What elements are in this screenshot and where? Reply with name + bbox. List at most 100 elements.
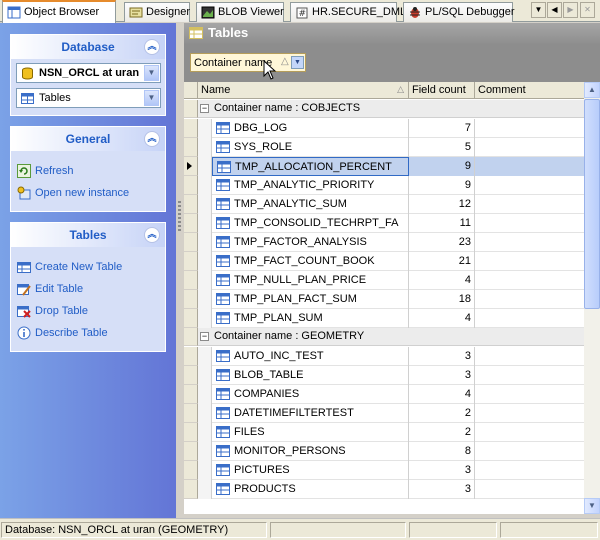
table-row[interactable]: FILES 2 [184, 423, 584, 442]
cell-name[interactable]: COMPANIES [212, 385, 409, 404]
database-group-header[interactable]: Database ︽ [11, 35, 165, 59]
cell-comment[interactable] [475, 404, 584, 423]
refresh-link[interactable]: Refresh [17, 163, 74, 179]
column-header-field-count[interactable]: Field count [409, 82, 475, 99]
cell-field-count[interactable]: 9 [409, 176, 475, 195]
filter-dropdown-icon[interactable]: ▼ [291, 56, 304, 69]
group-row[interactable]: − Container name : GEOMETRY [184, 328, 584, 346]
table-row[interactable]: TMP_ANALYTIC_PRIORITY 9 [184, 176, 584, 195]
tab-scroll-right-button[interactable]: ▶ [563, 2, 578, 18]
cell-comment[interactable] [475, 442, 584, 461]
cell-field-count[interactable]: 8 [409, 442, 475, 461]
cell-comment[interactable] [475, 423, 584, 442]
table-row[interactable]: TMP_NULL_PLAN_PRICE 4 [184, 271, 584, 290]
cell-field-count[interactable]: 2 [409, 404, 475, 423]
table-row[interactable]: BLOB_TABLE 3 [184, 366, 584, 385]
create-new-table-link[interactable]: Create New Table [17, 259, 122, 275]
cell-comment[interactable] [475, 366, 584, 385]
tab-close-button[interactable]: ✕ [580, 2, 595, 18]
cell-name[interactable]: TMP_FACTOR_ANALYSIS [212, 233, 409, 252]
table-row[interactable]: AUTO_INC_TEST 3 [184, 347, 584, 366]
cell-field-count[interactable]: 3 [409, 347, 475, 366]
table-row[interactable]: PRODUCTS 3 [184, 480, 584, 499]
cell-comment[interactable] [475, 214, 584, 233]
tab-designer[interactable]: Designer [124, 2, 190, 22]
collapse-icon[interactable]: ︽ [144, 131, 160, 147]
group-row[interactable]: − Container name : COBJECTS [184, 100, 584, 118]
cell-name[interactable]: TMP_ANALYTIC_SUM [212, 195, 409, 214]
cell-name[interactable]: FILES [212, 423, 409, 442]
panel-splitter[interactable] [176, 23, 184, 518]
edit-table-link[interactable]: Edit Table [17, 281, 83, 297]
cell-comment[interactable] [475, 252, 584, 271]
cell-field-count[interactable]: 7 [409, 119, 475, 138]
cell-comment[interactable] [475, 233, 584, 252]
table-row[interactable]: DATETIMEFILTERTEST 2 [184, 404, 584, 423]
cell-field-count[interactable]: 12 [409, 195, 475, 214]
chevron-down-icon[interactable]: ▼ [144, 65, 159, 81]
cell-name[interactable]: TMP_ALLOCATION_PERCENT [212, 157, 409, 176]
tab-object-browser[interactable]: Object Browser [2, 0, 116, 23]
table-row[interactable]: COMPANIES 4 [184, 385, 584, 404]
cell-field-count[interactable]: 4 [409, 271, 475, 290]
table-row[interactable]: TMP_FACTOR_ANALYSIS 23 [184, 233, 584, 252]
cell-field-count[interactable]: 5 [409, 138, 475, 157]
table-row[interactable]: PICTURES 3 [184, 461, 584, 480]
cell-name[interactable]: TMP_PLAN_FACT_SUM [212, 290, 409, 309]
collapse-icon[interactable]: ︽ [144, 39, 160, 55]
cell-field-count[interactable]: 18 [409, 290, 475, 309]
cell-field-count[interactable]: 9 [409, 157, 475, 176]
cell-field-count[interactable]: 4 [409, 309, 475, 328]
collapse-group-icon[interactable]: − [200, 104, 209, 113]
cell-comment[interactable] [475, 271, 584, 290]
drop-table-link[interactable]: Drop Table [17, 303, 88, 319]
cell-name[interactable]: TMP_NULL_PLAN_PRICE [212, 271, 409, 290]
cell-field-count[interactable]: 4 [409, 385, 475, 404]
describe-table-link[interactable]: Describe Table [17, 325, 108, 341]
table-row[interactable]: TMP_PLAN_SUM 4 [184, 309, 584, 328]
open-new-instance-link[interactable]: Open new instance [17, 185, 129, 201]
table-row[interactable]: MONITOR_PERSONS 8 [184, 442, 584, 461]
cell-name[interactable]: AUTO_INC_TEST [212, 347, 409, 366]
cell-comment[interactable] [475, 119, 584, 138]
table-row[interactable]: SYS_ROLE 5 [184, 138, 584, 157]
cell-name[interactable]: TMP_FACT_COUNT_BOOK [212, 252, 409, 271]
scroll-up-button[interactable]: ▲ [584, 82, 600, 98]
cell-comment[interactable] [475, 309, 584, 328]
tab-hr-secure-dml[interactable]: # HR.SECURE_DML [290, 2, 406, 22]
vertical-scrollbar[interactable]: ▲ ▼ [584, 82, 600, 514]
column-header-name[interactable]: Name △ [198, 82, 409, 99]
tab-list-button[interactable]: ▼ [531, 2, 546, 18]
cell-field-count[interactable]: 3 [409, 480, 475, 499]
collapse-icon[interactable]: ︽ [144, 227, 160, 243]
cell-comment[interactable] [475, 461, 584, 480]
tab-plsql-debugger[interactable]: PL/SQL Debugger [403, 2, 514, 22]
cell-name[interactable]: TMP_ANALYTIC_PRIORITY [212, 176, 409, 195]
cell-field-count[interactable]: 2 [409, 423, 475, 442]
cell-comment[interactable] [475, 157, 584, 176]
connection-select[interactable]: NSN_ORCL at uran ▼ [16, 63, 161, 83]
cell-comment[interactable] [475, 138, 584, 157]
cell-comment[interactable] [475, 385, 584, 404]
cell-name[interactable]: PICTURES [212, 461, 409, 480]
cell-comment[interactable] [475, 480, 584, 499]
column-header-comment[interactable]: Comment [475, 82, 584, 99]
cell-field-count[interactable]: 3 [409, 366, 475, 385]
table-row[interactable]: TMP_PLAN_FACT_SUM 18 [184, 290, 584, 309]
tab-blob-viewer[interactable]: BLOB Viewer [196, 2, 284, 22]
group-by-column-chip[interactable]: Container name △ ▼ [190, 53, 306, 72]
tables-group-header[interactable]: Tables ︽ [11, 223, 165, 247]
cell-name[interactable]: DATETIMEFILTERTEST [212, 404, 409, 423]
cell-comment[interactable] [475, 176, 584, 195]
cell-field-count[interactable]: 21 [409, 252, 475, 271]
table-row[interactable]: DBG_LOG 7 [184, 119, 584, 138]
table-row[interactable]: TMP_ALLOCATION_PERCENT 9 [184, 157, 584, 176]
general-group-header[interactable]: General ︽ [11, 127, 165, 151]
table-row[interactable]: TMP_ANALYTIC_SUM 12 [184, 195, 584, 214]
cell-field-count[interactable]: 3 [409, 461, 475, 480]
scrollbar-thumb[interactable] [584, 99, 600, 309]
table-row[interactable]: TMP_CONSOLID_TECHRPT_FA 11 [184, 214, 584, 233]
cell-name[interactable]: TMP_CONSOLID_TECHRPT_FA [212, 214, 409, 233]
cell-comment[interactable] [475, 347, 584, 366]
table-row[interactable]: TMP_FACT_COUNT_BOOK 21 [184, 252, 584, 271]
